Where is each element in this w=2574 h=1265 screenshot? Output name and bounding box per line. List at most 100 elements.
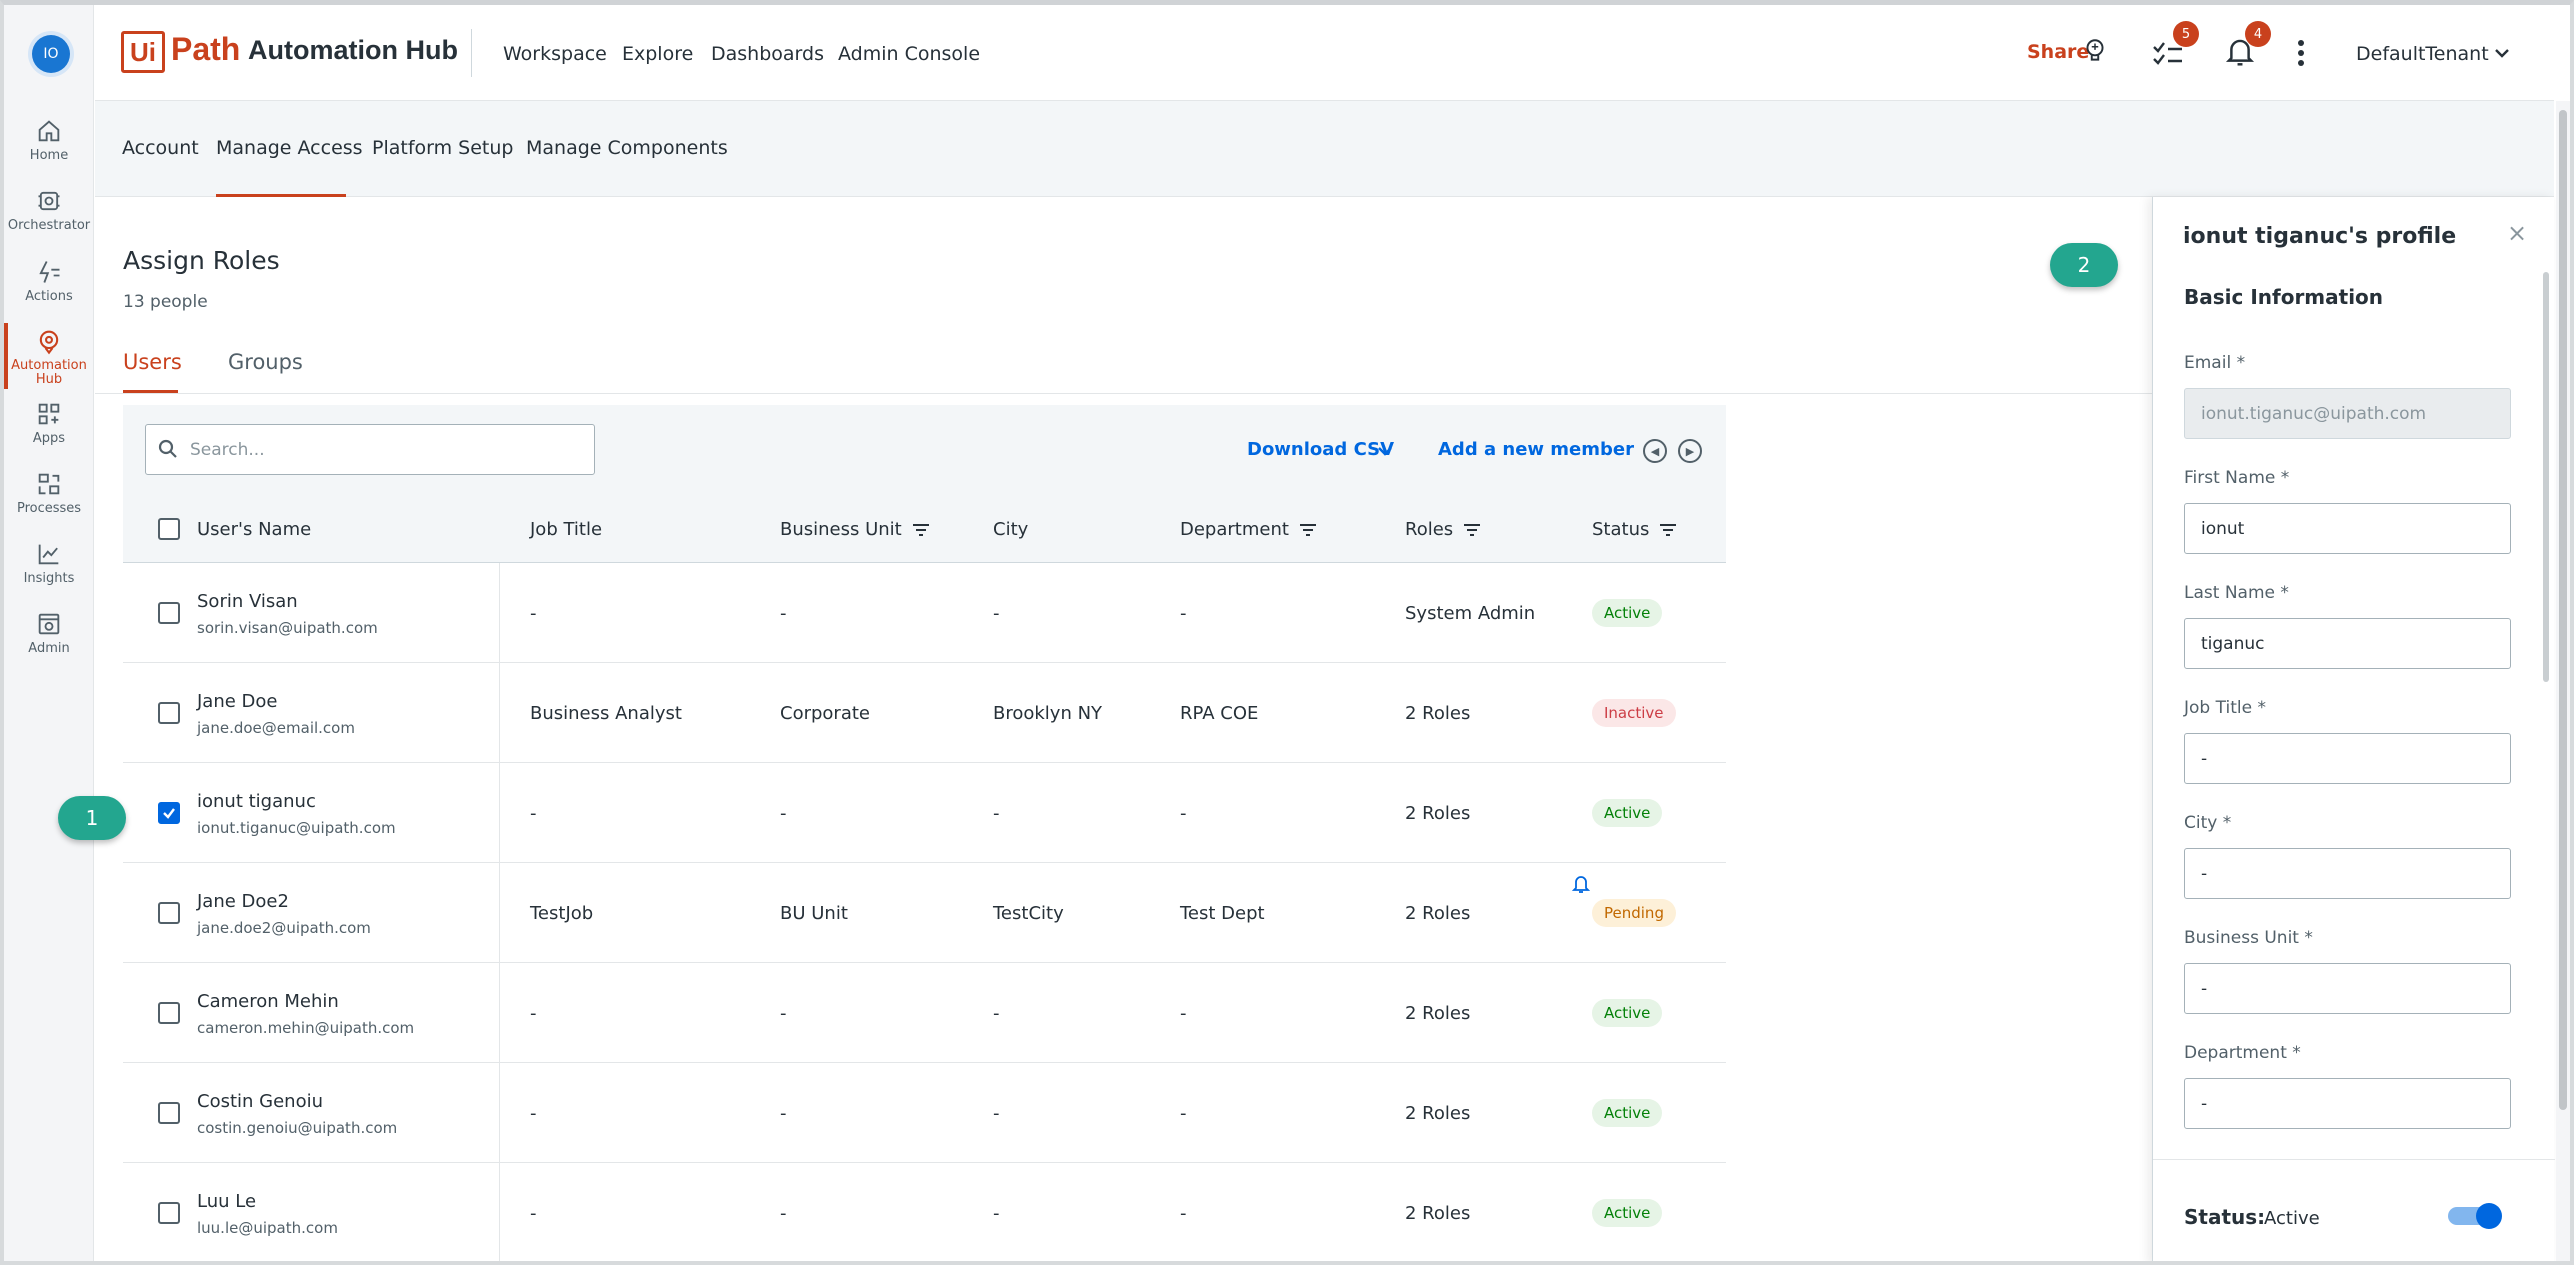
row-checkbox[interactable]	[158, 802, 180, 824]
status-label: Status:	[2184, 1205, 2266, 1229]
user-name[interactable]: Cameron Mehin	[197, 991, 339, 1012]
row-checkbox[interactable]	[158, 1202, 180, 1224]
row-checkbox[interactable]	[158, 602, 180, 624]
col-department[interactable]: Department	[1180, 519, 1317, 540]
row-checkbox[interactable]	[158, 1102, 180, 1124]
col-business-unit[interactable]: Business Unit	[780, 519, 930, 540]
download-csv-button[interactable]: Download CSV	[1247, 439, 1394, 460]
row-checkbox[interactable]	[158, 902, 180, 924]
col-roles[interactable]: Roles	[1405, 519, 1481, 540]
user-name[interactable]: Luu Le	[197, 1191, 256, 1212]
roles-cell[interactable]: 2 Roles	[1405, 703, 1470, 724]
panel-scrollbar[interactable]	[2543, 272, 2549, 682]
table-row[interactable]: Costin Genoiu costin.genoiu@uipath.com -…	[123, 1063, 1726, 1163]
roles-cell[interactable]: 2 Roles	[1405, 903, 1470, 924]
row-checkbox[interactable]	[158, 702, 180, 724]
rail-item-admin[interactable]: Admin	[4, 610, 94, 676]
add-member-button[interactable]: Add a new member	[1438, 439, 1634, 460]
filter-icon[interactable]	[1299, 523, 1317, 537]
page-title: Assign Roles	[123, 246, 280, 275]
city-cell: -	[993, 603, 1000, 624]
department-cell: -	[1180, 603, 1187, 624]
users-table: Download CSV Add a new member ◀ ▶ User's…	[123, 405, 1726, 1265]
nav-explore[interactable]: Explore	[622, 43, 693, 65]
window-scrollbar-thumb[interactable]	[2559, 110, 2567, 1110]
prev-page-button[interactable]: ◀	[1643, 439, 1667, 463]
job-title-cell: TestJob	[530, 903, 594, 924]
col-city[interactable]: City	[993, 519, 1028, 540]
filter-icon[interactable]	[1659, 523, 1677, 537]
rail-item-apps[interactable]: Apps	[4, 400, 94, 466]
filter-icon[interactable]	[1463, 523, 1481, 537]
status-badge: Active	[1592, 999, 1663, 1027]
user-name[interactable]: Jane Doe	[197, 691, 278, 712]
select-all-checkbox[interactable]	[158, 518, 180, 540]
share-button[interactable]: Share	[2027, 41, 2089, 63]
nav-admin-console[interactable]: Admin Console	[838, 43, 980, 65]
table-row[interactable]: Jane Doe jane.doe@email.com Business Ana…	[123, 663, 1726, 763]
download-chevron-icon[interactable]	[1377, 445, 1393, 457]
subnav-platform-setup[interactable]: Platform Setup	[372, 137, 513, 159]
rail-item-home[interactable]: Home	[4, 117, 94, 183]
nav-workspace[interactable]: Workspace	[503, 43, 607, 65]
department-field[interactable]: -	[2184, 1078, 2511, 1129]
department-cell: -	[1180, 1003, 1187, 1024]
roles-cell[interactable]: System Admin	[1405, 603, 1535, 624]
uipath-logo-mark[interactable]: Ui	[121, 31, 165, 73]
table-row[interactable]: Jane Doe2 jane.doe2@uipath.com TestJob B…	[123, 863, 1726, 963]
uipath-logo-text[interactable]: Path	[171, 31, 240, 68]
next-page-button[interactable]: ▶	[1678, 439, 1702, 463]
roles-cell[interactable]: 2 Roles	[1405, 1103, 1470, 1124]
tenant-selector[interactable]: DefaultTenant	[2356, 43, 2489, 65]
first-name-field[interactable]: ionut	[2184, 503, 2511, 554]
table-row[interactable]: Sorin Visan sorin.visan@uipath.com - - -…	[123, 563, 1726, 663]
rail-label-apps: Apps	[32, 431, 66, 446]
left-rail: IO Home Orchestrator Actions Automation …	[4, 5, 94, 1265]
close-icon[interactable]: ×	[2507, 219, 2527, 247]
lightbulb-icon[interactable]	[2082, 37, 2108, 65]
nav-dashboards[interactable]: Dashboards	[711, 43, 824, 65]
table-row[interactable]: Luu Le luu.le@uipath.com - - - - 2 Roles…	[123, 1163, 1726, 1263]
city-cell: -	[993, 1103, 1000, 1124]
job-title-cell: -	[530, 803, 537, 824]
tab-groups[interactable]: Groups	[228, 350, 303, 374]
subnav-manage-access[interactable]: Manage Access	[216, 137, 363, 159]
roles-cell[interactable]: 2 Roles	[1405, 803, 1470, 824]
department-label-text: Department	[2184, 1043, 2287, 1063]
last-name-field[interactable]: tiganuc	[2184, 618, 2511, 669]
user-name[interactable]: Sorin Visan	[197, 591, 298, 612]
table-row[interactable]: Cameron Mehin cameron.mehin@uipath.com -…	[123, 963, 1726, 1063]
roles-cell[interactable]: 2 Roles	[1405, 1003, 1470, 1024]
table-row[interactable]: ionut tiganuc ionut.tiganuc@uipath.com -…	[123, 763, 1726, 863]
more-vertical-icon[interactable]	[2295, 39, 2307, 67]
col-job-title[interactable]: Job Title	[530, 519, 602, 540]
business-unit-field[interactable]: -	[2184, 963, 2511, 1014]
status-toggle[interactable]	[2476, 1203, 2502, 1229]
subnav-manage-components[interactable]: Manage Components	[526, 137, 728, 159]
rail-item-actions[interactable]: Actions	[4, 258, 94, 324]
status-badge: Active	[1592, 799, 1663, 827]
col-status[interactable]: Status	[1592, 519, 1677, 540]
search-box[interactable]	[145, 424, 595, 475]
city-cell: -	[993, 1203, 1000, 1224]
subnav-account[interactable]: Account	[122, 137, 199, 159]
search-input[interactable]	[188, 425, 588, 474]
rail-item-orchestrator[interactable]: Orchestrator	[4, 187, 94, 253]
rail-item-automation-hub[interactable]: Automation Hub	[4, 323, 94, 393]
rail-item-insights[interactable]: Insights	[4, 540, 94, 606]
user-name[interactable]: ionut tiganuc	[197, 791, 316, 812]
row-checkbox[interactable]	[158, 1002, 180, 1024]
user-name[interactable]: Jane Doe2	[197, 891, 289, 912]
pending-bell-icon[interactable]	[1572, 874, 1590, 894]
tab-users[interactable]: Users	[123, 350, 182, 374]
col-users-name[interactable]: User's Name	[197, 519, 311, 540]
filter-icon[interactable]	[912, 523, 930, 537]
job-title-field[interactable]: -	[2184, 733, 2511, 784]
city-cell: -	[993, 803, 1000, 824]
user-avatar[interactable]: IO	[32, 35, 70, 73]
user-name[interactable]: Costin Genoiu	[197, 1091, 323, 1112]
city-field[interactable]: -	[2184, 848, 2511, 899]
roles-cell[interactable]: 2 Roles	[1405, 1203, 1470, 1224]
rail-item-processes[interactable]: Processes	[4, 470, 94, 536]
chevron-down-icon[interactable]	[2494, 47, 2510, 59]
